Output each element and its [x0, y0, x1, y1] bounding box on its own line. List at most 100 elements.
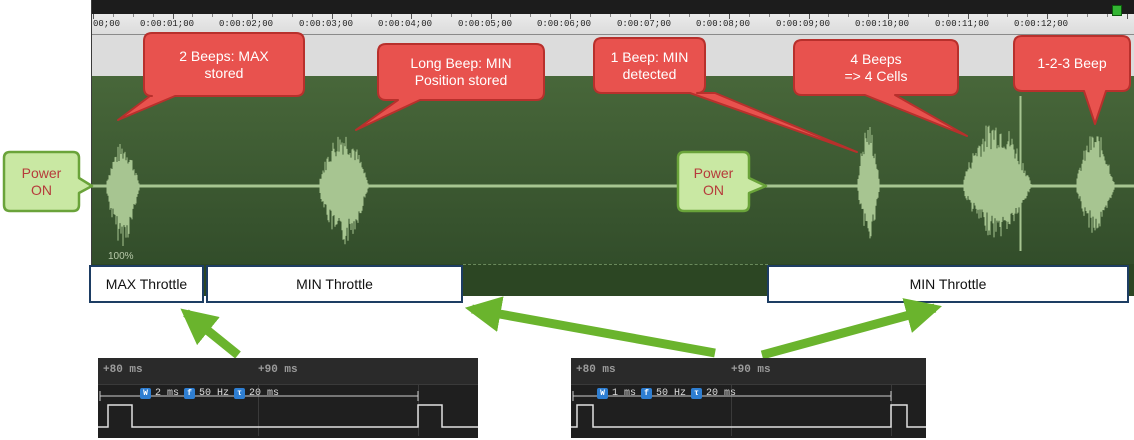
power-line: ON — [31, 181, 52, 198]
ruler-major-tick — [93, 14, 94, 19]
ruler-major-tick — [172, 14, 174, 19]
timeline-tick-7: 0:00:07;00 — [617, 19, 672, 29]
callout-line: 1-2-3 Beep — [1037, 55, 1107, 71]
timeline-tick-11: 0:00:11;00 — [935, 19, 990, 29]
arrow-to-min-throttle-left — [464, 296, 716, 358]
ruler-major-tick — [888, 14, 889, 19]
ruler-minor-tick — [450, 14, 452, 17]
ruler-minor-tick — [947, 14, 949, 17]
timeline-tick-2: 0:00:02;00 — [219, 19, 274, 29]
frequency-value: 50 Hz — [199, 388, 230, 399]
callout-line: 1 Beep: MIN — [610, 48, 689, 65]
max-throttle-label: MAX Throttle — [89, 265, 204, 303]
timeline-tick-8: 0:00:08;00 — [696, 19, 751, 29]
callout-line: Position stored — [414, 72, 508, 88]
callout-min-position-text: Long Beep: MIN Position stored — [378, 44, 544, 100]
ruler-major-tick — [808, 14, 810, 19]
ruler-major-tick — [252, 14, 253, 19]
timeline-tick-6: 0:00:06;00 — [537, 19, 592, 29]
callout-max-stored-text: 2 Beeps: MAX stored — [144, 33, 304, 96]
ruler-minor-tick — [748, 14, 750, 17]
pulse-width-value: 1 ms — [612, 388, 637, 399]
ruler-minor-tick — [609, 14, 611, 17]
dashed-separator — [463, 264, 768, 265]
ruler-major-tick — [1126, 14, 1128, 19]
power-line: Power — [21, 164, 62, 181]
callout-line: 2 Beeps: MAX — [179, 47, 269, 64]
ruler-minor-tick — [152, 14, 154, 17]
ruler-minor-tick — [311, 14, 313, 17]
arrow-to-max-throttle — [180, 308, 241, 359]
timeline-tick-0: 00;00 — [93, 19, 121, 29]
timeline-tick-12: 0:00:12;00 — [1014, 19, 1069, 29]
pulse-width-icon: W — [597, 388, 608, 399]
timeline-ruler[interactable]: 00;00 0:00:01;00 0:00:02;00 0:00:03;00 0… — [92, 0, 1134, 35]
ruler-minor-tick — [907, 14, 909, 17]
scope-panel-min: +80 ms +90 ms W 1 ms f 50 Hz τ 20 ms — [571, 358, 926, 438]
ruler-minor-tick — [192, 14, 194, 17]
power-on-center-text: Power ON — [678, 152, 749, 211]
ruler-minor-tick — [232, 14, 234, 17]
power-line: ON — [703, 181, 724, 198]
ruler-minor-tick — [1007, 14, 1009, 17]
frequency-icon: f — [641, 388, 653, 399]
ruler-minor-tick — [351, 14, 353, 17]
pulse-width-value: 2 ms — [155, 388, 180, 399]
scope-panel-max: +80 ms +90 ms W 2 ms f 50 Hz τ 20 ms — [98, 358, 478, 438]
ruler-minor-tick — [371, 14, 373, 17]
arrow-to-min-throttle-right — [760, 298, 942, 360]
ruler-minor-tick — [550, 14, 552, 17]
ruler-minor-tick — [291, 14, 293, 17]
ruler-major-tick — [729, 14, 730, 19]
ruler-major-tick — [490, 14, 492, 19]
min-throttle-label-right: MIN Throttle — [767, 265, 1129, 303]
zoom-level-label: 100% — [108, 251, 134, 262]
power-line: Power — [693, 164, 734, 181]
ruler-major-tick — [331, 14, 333, 19]
ruler-minor-tick — [470, 14, 472, 17]
period-value: 20 ms — [706, 388, 737, 399]
callout-min-detected-text: 1 Beep: MIN detected — [594, 38, 705, 93]
timeline-tick-5: 0:00:05;00 — [458, 19, 513, 29]
frequency-icon: f — [184, 388, 196, 399]
pwm-signal-trace — [98, 404, 478, 428]
scope-measurements: W 1 ms f 50 Hz τ 20 ms — [597, 388, 741, 399]
pwm-signal-trace — [571, 404, 926, 428]
min-throttle-label-left: MIN Throttle — [206, 265, 463, 303]
ruler-minor-tick — [987, 14, 989, 17]
timeline-tick-1: 0:00:01;00 — [140, 19, 195, 29]
callout-line: Long Beep: MIN — [410, 55, 512, 71]
period-value: 20 ms — [249, 388, 280, 399]
callout-four-cells-text: 4 Beeps => 4 Cells — [794, 40, 958, 95]
callout-line: 4 Beeps — [850, 50, 902, 67]
ruler-minor-tick — [868, 14, 870, 17]
ruler-minor-tick — [1027, 14, 1029, 17]
frequency-value: 50 Hz — [656, 388, 687, 399]
ruler-minor-tick — [530, 14, 532, 17]
ruler-minor-tick — [132, 14, 134, 17]
ruler-minor-tick — [212, 14, 214, 17]
power-on-left-text: Power ON — [4, 152, 79, 211]
timeline-tick-4: 0:00:04;00 — [378, 19, 433, 29]
ruler-minor-tick — [828, 14, 830, 17]
waveform-track[interactable]: 100% — [92, 76, 1134, 264]
ruler-header-bar — [92, 0, 1134, 16]
ruler-minor-tick — [768, 14, 770, 17]
period-icon: τ — [691, 388, 703, 399]
ruler-major-tick — [967, 14, 969, 19]
ruler-minor-tick — [709, 14, 711, 17]
playhead-marker-icon[interactable] — [1112, 5, 1122, 16]
ruler-major-tick — [411, 14, 412, 19]
ruler-minor-tick — [669, 14, 671, 17]
ruler-minor-tick — [1066, 14, 1068, 17]
ruler-minor-tick — [689, 14, 691, 17]
callout-line: stored — [204, 64, 244, 81]
ruler-minor-tick — [788, 14, 790, 17]
ruler-minor-tick — [1086, 14, 1088, 17]
waveform-graph — [92, 96, 1134, 251]
ruler-minor-tick — [271, 14, 273, 17]
ruler-major-tick — [1047, 14, 1048, 19]
callout-line: detected — [622, 65, 677, 82]
timeline-tick-9: 0:00:09;00 — [776, 19, 831, 29]
ruler-major-tick — [649, 14, 651, 19]
